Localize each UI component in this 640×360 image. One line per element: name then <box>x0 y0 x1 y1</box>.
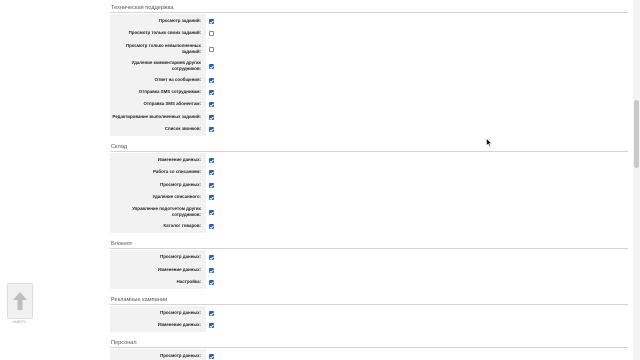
permission-label: Просмотр данных: <box>160 182 201 187</box>
section-divider <box>110 12 628 13</box>
section-divider <box>110 248 628 249</box>
permission-checkbox[interactable] <box>209 353 214 359</box>
permissions-page: Техническая поддержка Просмотр заданий: Пр… <box>0 0 640 360</box>
permission-label: Отправка SMS абонентам: <box>143 101 201 106</box>
section-title: Блокнот <box>111 241 133 247</box>
scroll-to-top-button[interactable] <box>7 283 33 319</box>
permission-checkbox[interactable] <box>209 89 214 95</box>
section-divider <box>110 347 628 348</box>
permission-checkbox[interactable] <box>209 169 214 175</box>
permission-checkbox[interactable] <box>209 18 214 24</box>
section-divider <box>110 151 628 152</box>
permission-checkbox[interactable] <box>209 322 214 328</box>
permission-label: Просмотр заданий: <box>158 18 201 23</box>
permission-label: Настройка: <box>176 279 201 284</box>
permission-checkbox[interactable] <box>209 254 214 260</box>
permission-label: Изменение данных: <box>157 267 201 272</box>
permission-label: Изменение данных: <box>157 322 201 327</box>
permission-label: Просмотр только своих заданий: <box>128 30 201 35</box>
section-title: Техническая поддержка <box>111 5 174 11</box>
permission-checkbox[interactable] <box>209 126 214 132</box>
permission-checkbox[interactable] <box>209 267 214 273</box>
permission-label: Просмотр данных: <box>160 254 201 259</box>
permission-label: Редактирование выполненных заданий: <box>112 114 201 119</box>
permission-checkbox[interactable] <box>209 101 214 107</box>
permission-label: Изменение данных: <box>157 157 201 162</box>
section-divider <box>110 304 628 305</box>
permission-checkbox[interactable] <box>209 30 214 36</box>
labels-column <box>110 153 206 233</box>
permission-label: Удаление комментариев других сотрудников… <box>131 60 201 71</box>
permission-checkbox[interactable] <box>209 77 214 83</box>
permission-checkbox[interactable] <box>209 114 214 120</box>
permission-checkbox[interactable] <box>209 46 214 52</box>
scrollbar-thumb[interactable] <box>634 100 639 168</box>
permission-label: Каталог товаров: <box>163 223 201 228</box>
permission-label: Просмотр данных: <box>160 353 201 358</box>
permission-label: Просмотр только невыполненных заданий: <box>125 43 201 54</box>
scrollbar-track[interactable] <box>633 0 640 360</box>
permission-label: Отправка SMS сотрудникам: <box>138 89 201 94</box>
mouse-cursor-icon <box>486 138 492 147</box>
permission-checkbox[interactable] <box>209 182 214 188</box>
arrow-up-icon <box>13 292 27 310</box>
permission-checkbox[interactable] <box>209 279 214 285</box>
permission-label: Управление подотчетом других сотрудников… <box>132 206 201 217</box>
section-title: Персонал <box>111 340 137 346</box>
section-title: Рекламные кампании <box>111 297 168 303</box>
permission-checkbox[interactable] <box>209 63 214 69</box>
permission-label: Список звонков: <box>164 126 201 131</box>
permission-label: Удаление списанного: <box>152 194 202 199</box>
permission-label: Работа со списанием: <box>153 169 201 174</box>
permission-checkbox[interactable] <box>209 209 214 215</box>
permission-label: Ответ на сообщения: <box>154 77 201 82</box>
permission-checkbox[interactable] <box>209 223 214 229</box>
permission-checkbox[interactable] <box>209 194 214 200</box>
section-title: Склад <box>111 144 128 150</box>
permission-checkbox[interactable] <box>209 157 214 163</box>
permission-checkbox[interactable] <box>209 310 214 316</box>
permission-label: Просмотр данных: <box>160 310 201 315</box>
scroll-to-top-label: НАВЕРХ <box>11 320 27 324</box>
